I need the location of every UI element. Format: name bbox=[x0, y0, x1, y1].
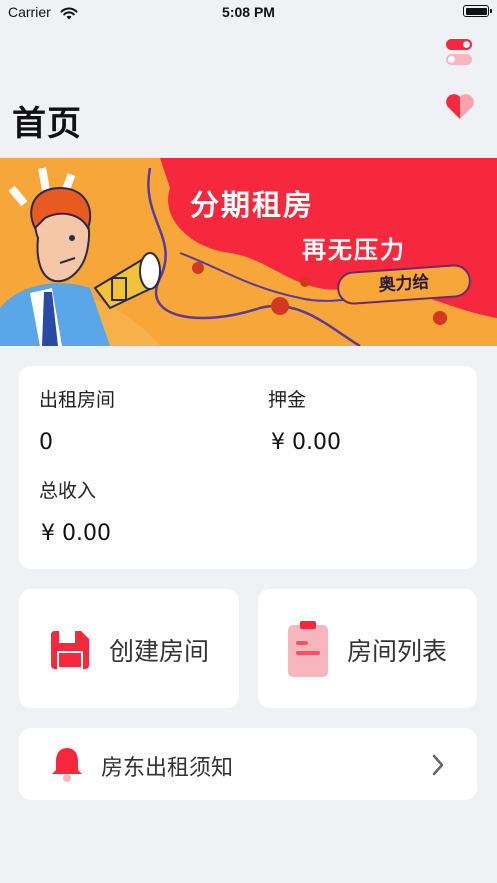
notice-label: 房东出租须知 bbox=[101, 756, 234, 781]
rented-rooms-value: 0 bbox=[39, 430, 53, 455]
heart-icon[interactable] bbox=[445, 92, 475, 120]
toggle-settings-icon[interactable] bbox=[445, 38, 473, 66]
battery-icon bbox=[463, 5, 492, 17]
chevron-right-icon bbox=[431, 754, 445, 780]
deposit-label: 押金 bbox=[268, 389, 307, 411]
create-room-label: 创建房间 bbox=[109, 637, 210, 666]
income-value: ¥ 0.00 bbox=[41, 521, 111, 546]
banner-title: 分期租房 bbox=[190, 188, 315, 222]
status-time: 5:08 PM bbox=[222, 4, 275, 20]
landlord-notice-row[interactable]: 房东出租须知 bbox=[19, 728, 477, 800]
deposit-value: ¥ 0.00 bbox=[271, 430, 341, 455]
status-bar: Carrier 5:08 PM bbox=[0, 0, 497, 26]
promo-banner[interactable]: 分期租房 再无压力 奥力给 bbox=[0, 158, 497, 346]
room-list-label: 房间列表 bbox=[347, 637, 448, 666]
bell-icon bbox=[51, 746, 83, 786]
page-title: 首页 bbox=[12, 104, 82, 144]
room-list-button[interactable]: 房间列表 bbox=[258, 589, 477, 708]
create-room-button[interactable]: 创建房间 bbox=[19, 589, 239, 708]
rented-rooms-label: 出租房间 bbox=[39, 389, 116, 411]
save-icon bbox=[49, 629, 91, 675]
clipboard-icon bbox=[288, 621, 328, 681]
income-label: 总收入 bbox=[39, 480, 97, 502]
banner-subtitle: 再无压力 bbox=[302, 236, 406, 264]
stats-card: 出租房间 0 押金 ¥ 0.00 总收入 ¥ 0.00 bbox=[19, 366, 477, 569]
